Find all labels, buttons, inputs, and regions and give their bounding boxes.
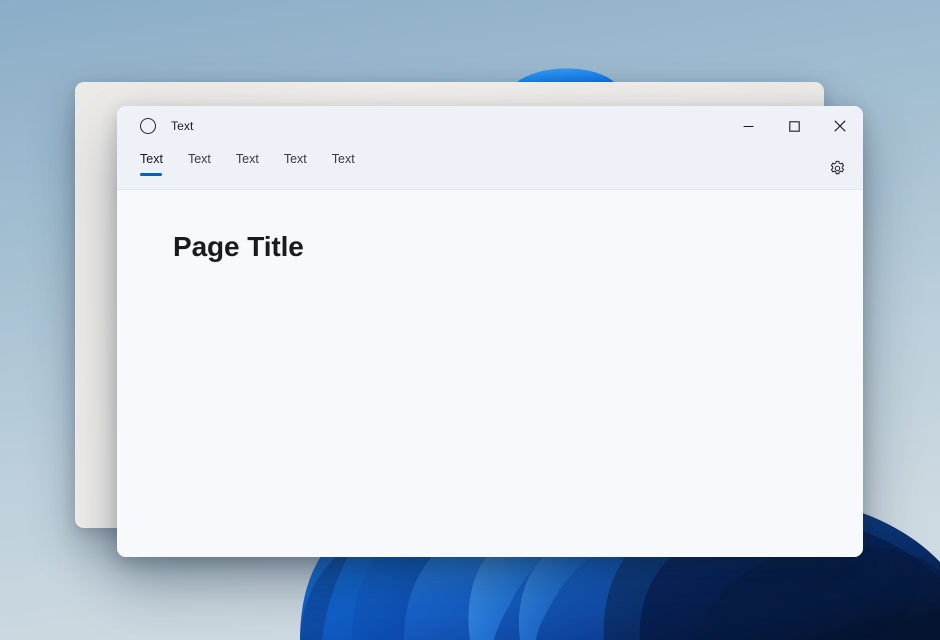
maximize-button[interactable] [771, 106, 817, 146]
tab-label: Text [188, 150, 211, 168]
window-controls [725, 106, 863, 146]
tab-item-2[interactable]: Text [188, 146, 211, 186]
minimize-icon [743, 121, 754, 132]
tab-item-1[interactable]: Text [140, 146, 163, 186]
title-bar[interactable]: Text [117, 106, 863, 146]
gear-icon [829, 160, 846, 177]
tab-label: Text [140, 150, 163, 168]
content-area: Page Title [117, 190, 863, 557]
page-title: Page Title [173, 230, 863, 264]
tab-strip: Text Text Text Text Text [117, 146, 863, 190]
settings-button[interactable] [821, 152, 853, 184]
circle-outline-icon [140, 118, 156, 134]
tab-label: Text [332, 150, 355, 168]
tab-label: Text [284, 150, 307, 168]
minimize-button[interactable] [725, 106, 771, 146]
close-icon [834, 120, 846, 132]
close-button[interactable] [817, 106, 863, 146]
tab-item-4[interactable]: Text [284, 146, 307, 186]
tab-item-5[interactable]: Text [332, 146, 355, 186]
tab-label: Text [236, 150, 259, 168]
maximize-icon [789, 121, 800, 132]
desktop: Text [0, 0, 940, 640]
window-title: Text [171, 119, 193, 133]
app-window: Text [117, 106, 863, 557]
tab-item-3[interactable]: Text [236, 146, 259, 186]
